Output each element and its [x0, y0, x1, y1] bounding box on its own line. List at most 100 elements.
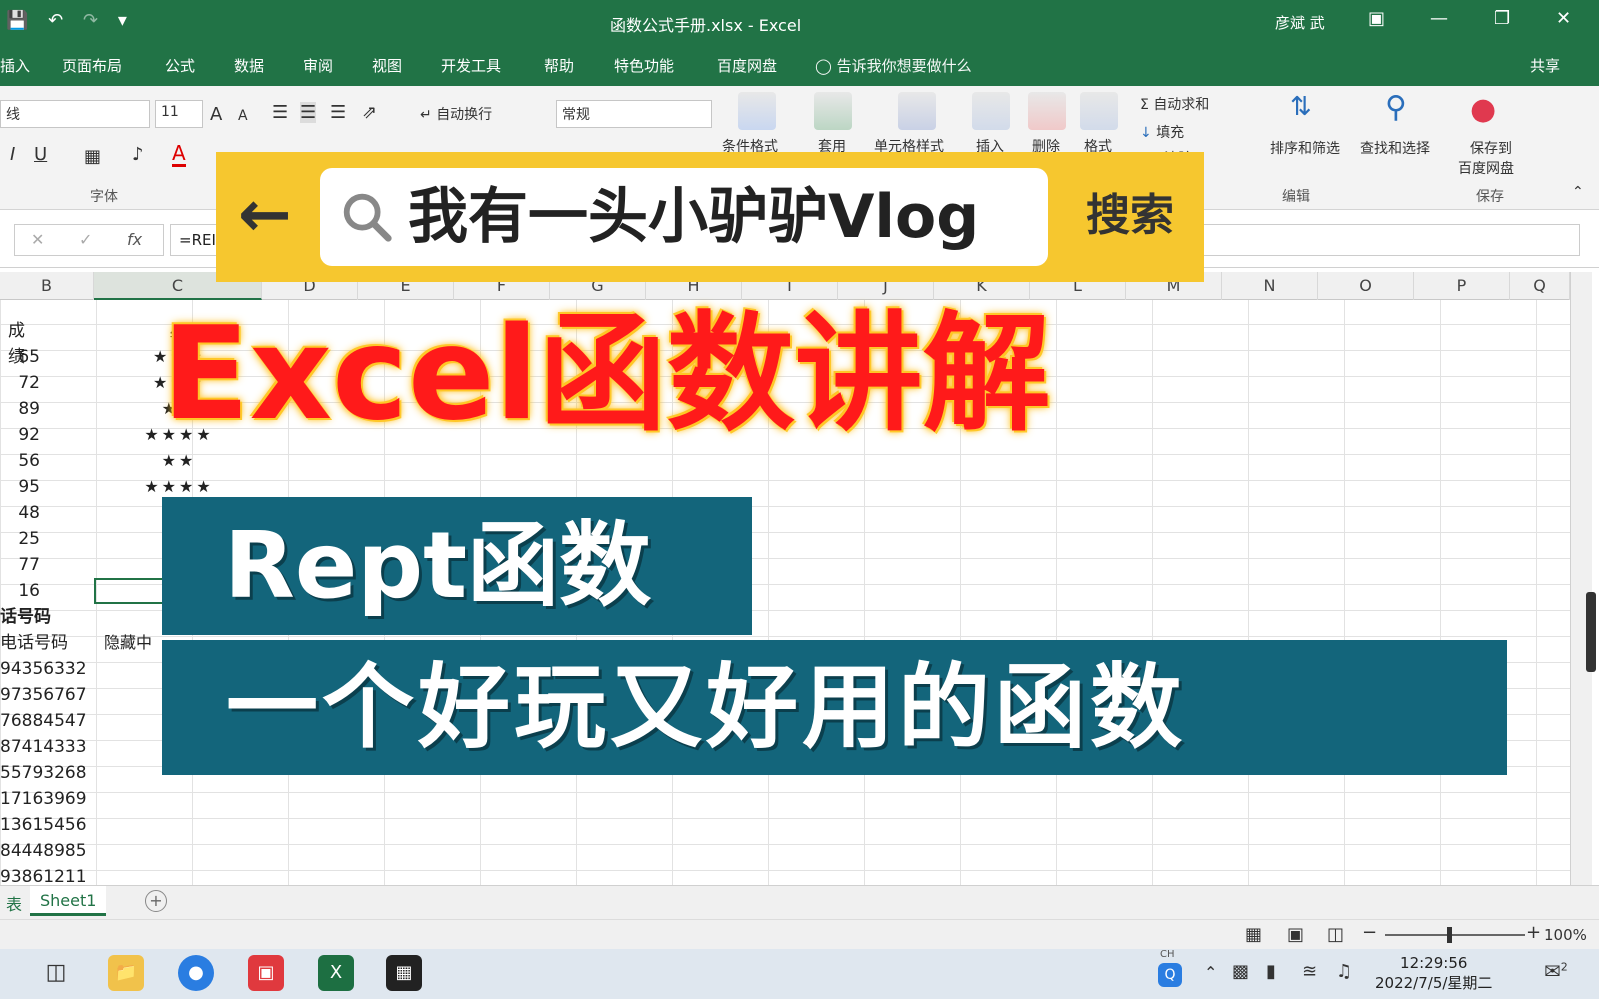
customize-icon[interactable]: ▾	[118, 10, 127, 31]
cell[interactable]: 97356767	[0, 682, 94, 708]
cell[interactable]: ★★	[96, 448, 262, 474]
baidu-disk-label[interactable]: 百度网盘	[1458, 158, 1514, 178]
enter-icon[interactable]: ✓	[79, 230, 92, 249]
minimize-icon[interactable]: —	[1430, 8, 1448, 29]
volume-icon[interactable]: ♫	[1336, 961, 1352, 982]
delete-cells-icon[interactable]	[1028, 92, 1066, 130]
cell[interactable]: 94356332	[0, 656, 94, 682]
zoom-out-icon[interactable]: −	[1362, 922, 1377, 943]
align-middle-icon[interactable]: ☰	[300, 102, 317, 123]
zoom-in-icon[interactable]: +	[1526, 922, 1541, 943]
zoom-level[interactable]: 100%	[1544, 926, 1587, 944]
cell[interactable]: 77	[0, 552, 94, 578]
cell[interactable]: 72	[0, 370, 94, 396]
align-top-icon[interactable]: ☰	[272, 102, 288, 123]
table-format-icon[interactable]	[814, 92, 852, 130]
collapse-ribbon-icon[interactable]: ⌃	[1572, 184, 1584, 200]
sheet-tab-sheet1[interactable]: Sheet1	[30, 886, 107, 916]
user-name[interactable]: 彦斌 武	[1275, 12, 1325, 33]
cell[interactable]: 84448985	[0, 838, 94, 864]
tab-view[interactable]: 视图	[372, 55, 402, 76]
notification-icon[interactable]: ✉2	[1544, 959, 1568, 983]
overlay-search-button[interactable]: 搜索	[1086, 188, 1174, 244]
borders-icon[interactable]: ▦	[84, 146, 101, 167]
tab-developer[interactable]: 开发工具	[441, 55, 501, 76]
format-cells-icon[interactable]	[1080, 92, 1118, 130]
back-arrow-icon[interactable]: ←	[238, 180, 292, 250]
sort-filter-icon[interactable]: ⇅	[1290, 92, 1312, 122]
redo-icon[interactable]: ↷	[83, 10, 98, 31]
cell[interactable]: 76884547	[0, 708, 94, 734]
tell-me-search[interactable]: ◯ 告诉我你想要做什么	[815, 55, 972, 76]
sheet-tab-partial[interactable]: 表	[0, 886, 28, 916]
tray-app-icon[interactable]: ▩	[1232, 961, 1249, 982]
cell[interactable]: 65	[0, 344, 94, 370]
task-view-icon[interactable]: ◫	[38, 955, 74, 991]
input-indicator[interactable]: CH	[1160, 949, 1175, 960]
bilibili-app-icon[interactable]: ▦	[386, 955, 422, 991]
column-header-b[interactable]: B	[0, 272, 94, 300]
search-app-icon[interactable]: Q	[1158, 963, 1182, 987]
vertical-scrollbar[interactable]	[1570, 272, 1596, 885]
cell[interactable]: 13615456	[0, 812, 94, 838]
column-header-p[interactable]: P	[1414, 272, 1510, 300]
cell[interactable]: 25	[0, 526, 94, 552]
cell[interactable]: 55793268	[0, 760, 94, 786]
save-to-label[interactable]: 保存到	[1470, 138, 1512, 158]
insert-cells-icon[interactable]	[972, 92, 1010, 130]
number-format-select[interactable]: 常规	[556, 100, 712, 128]
save-icon[interactable]: 💾	[6, 10, 28, 31]
file-explorer-icon[interactable]: 📁	[108, 955, 144, 991]
cell[interactable]: 87414333	[0, 734, 94, 760]
find-select-label[interactable]: 查找和选择	[1360, 138, 1430, 158]
font-shrink-button[interactable]: A	[238, 108, 248, 124]
wrap-text-button[interactable]: ↵ 自动换行	[420, 104, 492, 124]
align-bottom-icon[interactable]: ☰	[330, 102, 346, 123]
cell[interactable]: 17163969	[0, 786, 94, 812]
chevron-up-icon[interactable]: ⌃	[1204, 963, 1217, 982]
underline-button[interactable]: U	[34, 144, 47, 165]
cell[interactable]: 56	[0, 448, 94, 474]
font-size-select[interactable]: 11	[155, 100, 203, 128]
cell[interactable]: 89	[0, 396, 94, 422]
tab-page-layout[interactable]: 页面布局	[62, 55, 122, 76]
column-header-o[interactable]: O	[1318, 272, 1414, 300]
sort-filter-label[interactable]: 排序和筛选	[1270, 138, 1340, 158]
font-color-button[interactable]: A	[172, 142, 186, 167]
italic-button[interactable]: I	[10, 144, 15, 165]
tab-review[interactable]: 审阅	[303, 55, 333, 76]
baidu-disk-icon[interactable]: ●	[1470, 92, 1496, 127]
page-layout-view-icon[interactable]: ▣	[1287, 924, 1304, 945]
cell[interactable]: 48	[0, 500, 94, 526]
scrollbar-thumb[interactable]	[1586, 592, 1596, 672]
cancel-icon[interactable]: ✕	[31, 230, 44, 249]
add-sheet-button[interactable]: +	[145, 890, 167, 912]
autosum-button[interactable]: Σ 自动求和	[1140, 94, 1209, 114]
orientation-icon[interactable]: ⇗	[362, 102, 377, 123]
font-grow-button[interactable]: A	[210, 104, 222, 125]
zoom-slider-handle[interactable]	[1447, 927, 1452, 943]
fill-button[interactable]: ↓ 填充	[1140, 122, 1184, 142]
tab-insert[interactable]: 插入	[0, 55, 30, 76]
column-header-q[interactable]: Q	[1510, 272, 1570, 300]
column-header-n[interactable]: N	[1222, 272, 1318, 300]
tab-special-features[interactable]: 特色功能	[614, 55, 674, 76]
ribbon-display-icon[interactable]: ▣	[1368, 8, 1385, 29]
tab-help[interactable]: 帮助	[544, 55, 574, 76]
tab-formulas[interactable]: 公式	[165, 55, 195, 76]
overlay-search-box[interactable]: 我有一头小驴驴Vlog	[320, 168, 1048, 266]
normal-view-icon[interactable]: ▦	[1245, 924, 1262, 945]
tab-baidu-disk[interactable]: 百度网盘	[717, 55, 777, 76]
cell[interactable]: 95	[0, 474, 94, 500]
cell[interactable]: 话号码	[0, 604, 94, 630]
browser-icon[interactable]: ●	[178, 955, 214, 991]
cell[interactable]: 92	[0, 422, 94, 448]
conditional-format-icon[interactable]	[738, 92, 776, 130]
battery-icon[interactable]: ▮	[1266, 961, 1276, 982]
cell[interactable]: 93861211	[0, 864, 94, 885]
cell[interactable]: 电话号码	[0, 630, 94, 656]
find-select-icon[interactable]: ⚲	[1385, 90, 1407, 125]
tab-data[interactable]: 数据	[234, 55, 264, 76]
dictionary-app-icon[interactable]: ▣	[248, 955, 284, 991]
page-break-view-icon[interactable]: ◫	[1327, 924, 1344, 945]
